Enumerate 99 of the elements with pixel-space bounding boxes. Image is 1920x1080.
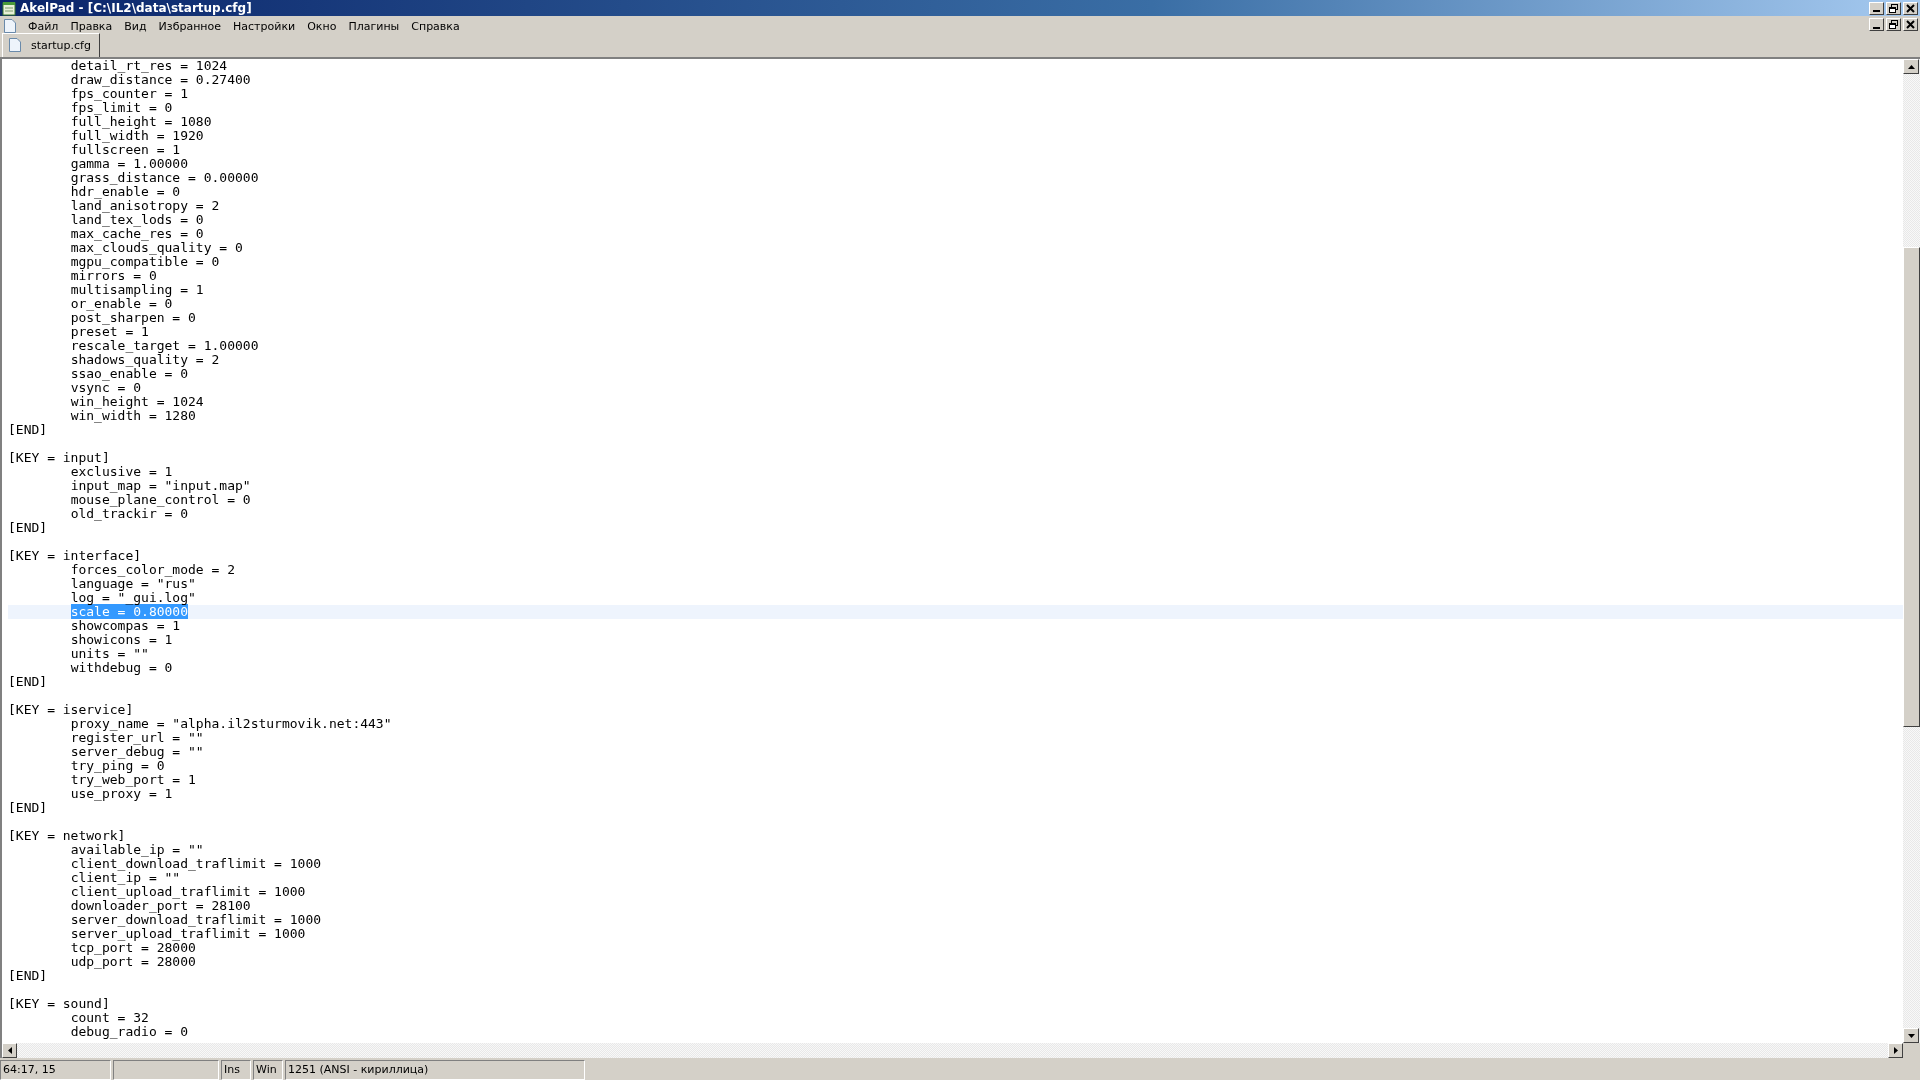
code-line: client_upload_traflimit = 1000	[69, 885, 307, 899]
code-line: register_url = ""	[69, 731, 204, 745]
code-line: detail_rt_res = 1024	[69, 59, 229, 73]
code-line: max_clouds_quality = 0	[69, 241, 244, 255]
code-line: exclusive = 1	[70, 465, 174, 479]
down-arrow-icon	[1907, 1033, 1915, 1038]
vertical-scrollbar[interactable]	[1903, 59, 1920, 1043]
code-line: hdr_enable = 0	[69, 185, 182, 199]
code-line: max_cache_res = 0	[69, 227, 205, 241]
code-line: or_enable = 0	[69, 297, 174, 311]
code-line: debug_radio = 0	[69, 1025, 190, 1039]
code-line: showcompas = 1	[69, 619, 182, 633]
code-line: use_proxy = 1	[69, 787, 174, 801]
code-line: mouse_plane_control = 0	[69, 493, 252, 507]
minimize-button[interactable]	[1869, 1, 1884, 15]
code-line: ssao_enable = 0	[69, 367, 190, 381]
code-line: try_ping = 0	[69, 759, 166, 773]
code-line: [END]	[8, 969, 49, 983]
code-line: [KEY = network]	[8, 829, 127, 843]
code-line: log = "_gui.log"	[69, 591, 197, 605]
code-line: [KEY = interface]	[8, 549, 143, 563]
code-line: input_map = "input.map"	[69, 479, 252, 493]
code-line: land_anisotropy = 2	[69, 199, 221, 213]
code-line: language = "rus"	[69, 577, 196, 591]
code-line: [END]	[8, 521, 49, 535]
code-line: multisampling = 1	[69, 283, 205, 297]
code-line: client_ip = ""	[69, 871, 181, 885]
code-line: client_download_traflimit = 1000	[69, 857, 323, 871]
menu-item[interactable]: Файл	[22, 19, 65, 33]
code-line: downloader_port = 28100	[69, 899, 252, 913]
scroll-thumb[interactable]	[1903, 247, 1920, 727]
code-line: full_height = 1080	[69, 115, 213, 129]
minimize-icon	[1873, 10, 1880, 12]
code-line: withdebug = 0	[69, 661, 174, 675]
status-panel: Ins	[221, 1060, 251, 1080]
scroll-right-button[interactable]	[1888, 1043, 1903, 1058]
code-line: try_web_port = 1	[69, 773, 197, 787]
menu-item[interactable]: Справка	[405, 19, 466, 33]
menu-item[interactable]: Плагины	[342, 19, 406, 33]
code-line: rescale_target = 1.00000	[69, 339, 260, 353]
code-line: land_tex_lods = 0	[69, 213, 205, 227]
scroll-left-button[interactable]	[2, 1043, 17, 1058]
minimize-icon	[1873, 26, 1880, 29]
code-line: proxy_name = "alpha.il2sturmovik.net:443"	[69, 717, 393, 731]
document-icon	[9, 38, 21, 52]
left-arrow-icon	[7, 1047, 12, 1054]
code-line: units = ""	[69, 647, 150, 661]
code-line: [KEY = input]	[8, 451, 111, 465]
menu-item[interactable]: Вид	[118, 19, 153, 33]
code-line: grass_distance = 0.00000	[69, 171, 260, 185]
code-line: mgpu_compatible = 0	[69, 255, 221, 269]
code-line: [KEY = iservice]	[8, 703, 135, 717]
code-line: fps_counter = 1	[69, 87, 190, 101]
code-line: showicons = 1	[69, 633, 174, 647]
code-line: old_trackir = 0	[69, 507, 189, 521]
code-line: win_height = 1024	[69, 395, 205, 409]
up-arrow-icon	[1907, 64, 1915, 69]
window-title: AkelPad - [C:\IL2\data\startup.cfg]	[20, 1, 252, 15]
restore-button[interactable]	[1886, 1, 1901, 15]
code-line: vsync = 0	[69, 381, 142, 395]
code-line: count = 32	[69, 1011, 150, 1025]
code-line: tcp_port = 28000	[69, 941, 196, 955]
code-line: server_debug = ""	[69, 745, 205, 759]
document-icon	[4, 19, 16, 33]
menu-item[interactable]: Настройки	[227, 19, 302, 33]
menu-item[interactable]: Правка	[64, 19, 119, 33]
close-button[interactable]	[1903, 18, 1918, 31]
code-line: server_download_traflimit = 1000	[69, 913, 323, 927]
code-line: [KEY = sound]	[8, 997, 111, 1011]
code-line: available_ip = ""	[69, 843, 205, 857]
code-line: gamma = 1.00000	[69, 157, 190, 171]
code-line: draw_distance = 0.27400	[69, 73, 252, 87]
status-panel: 64:17, 15	[0, 1060, 111, 1080]
code-line: mirrors = 0	[69, 269, 157, 283]
notepad-icon	[2, 0, 16, 16]
minimize-button[interactable]	[1869, 18, 1884, 31]
code-line: win_width = 1280	[69, 409, 197, 423]
code-line: full_width = 1920	[69, 129, 205, 143]
scroll-down-button[interactable]	[1903, 1028, 1919, 1043]
restore-button[interactable]	[1886, 18, 1901, 31]
code-line: forces_color_mode = 2	[69, 563, 236, 577]
code-line: fullscreen = 1	[69, 143, 182, 157]
code-line: [END]	[8, 423, 49, 437]
menu-item[interactable]: Избранное	[152, 19, 228, 33]
code-line: [END]	[8, 675, 49, 689]
close-button[interactable]	[1903, 1, 1918, 15]
code-line: fps_limit = 0	[69, 101, 174, 115]
file-tab[interactable]: startup.cfg	[2, 33, 100, 57]
code-line: post_sharpen = 0	[69, 311, 197, 325]
code-line: udp_port = 28000	[69, 955, 197, 969]
menu-item[interactable]: Окно	[301, 19, 343, 33]
scroll-up-button[interactable]	[1903, 59, 1919, 74]
code-line: preset = 1	[69, 325, 149, 339]
right-arrow-icon	[1893, 1047, 1898, 1054]
status-panel: 1251 (ANSI - кириллица)	[285, 1060, 585, 1080]
code-line: shadows_quality = 2	[69, 353, 221, 367]
code-line: [END]	[8, 801, 49, 815]
code-line: server_upload_traflimit = 1000	[69, 927, 307, 941]
status-panel: Win	[253, 1060, 283, 1080]
